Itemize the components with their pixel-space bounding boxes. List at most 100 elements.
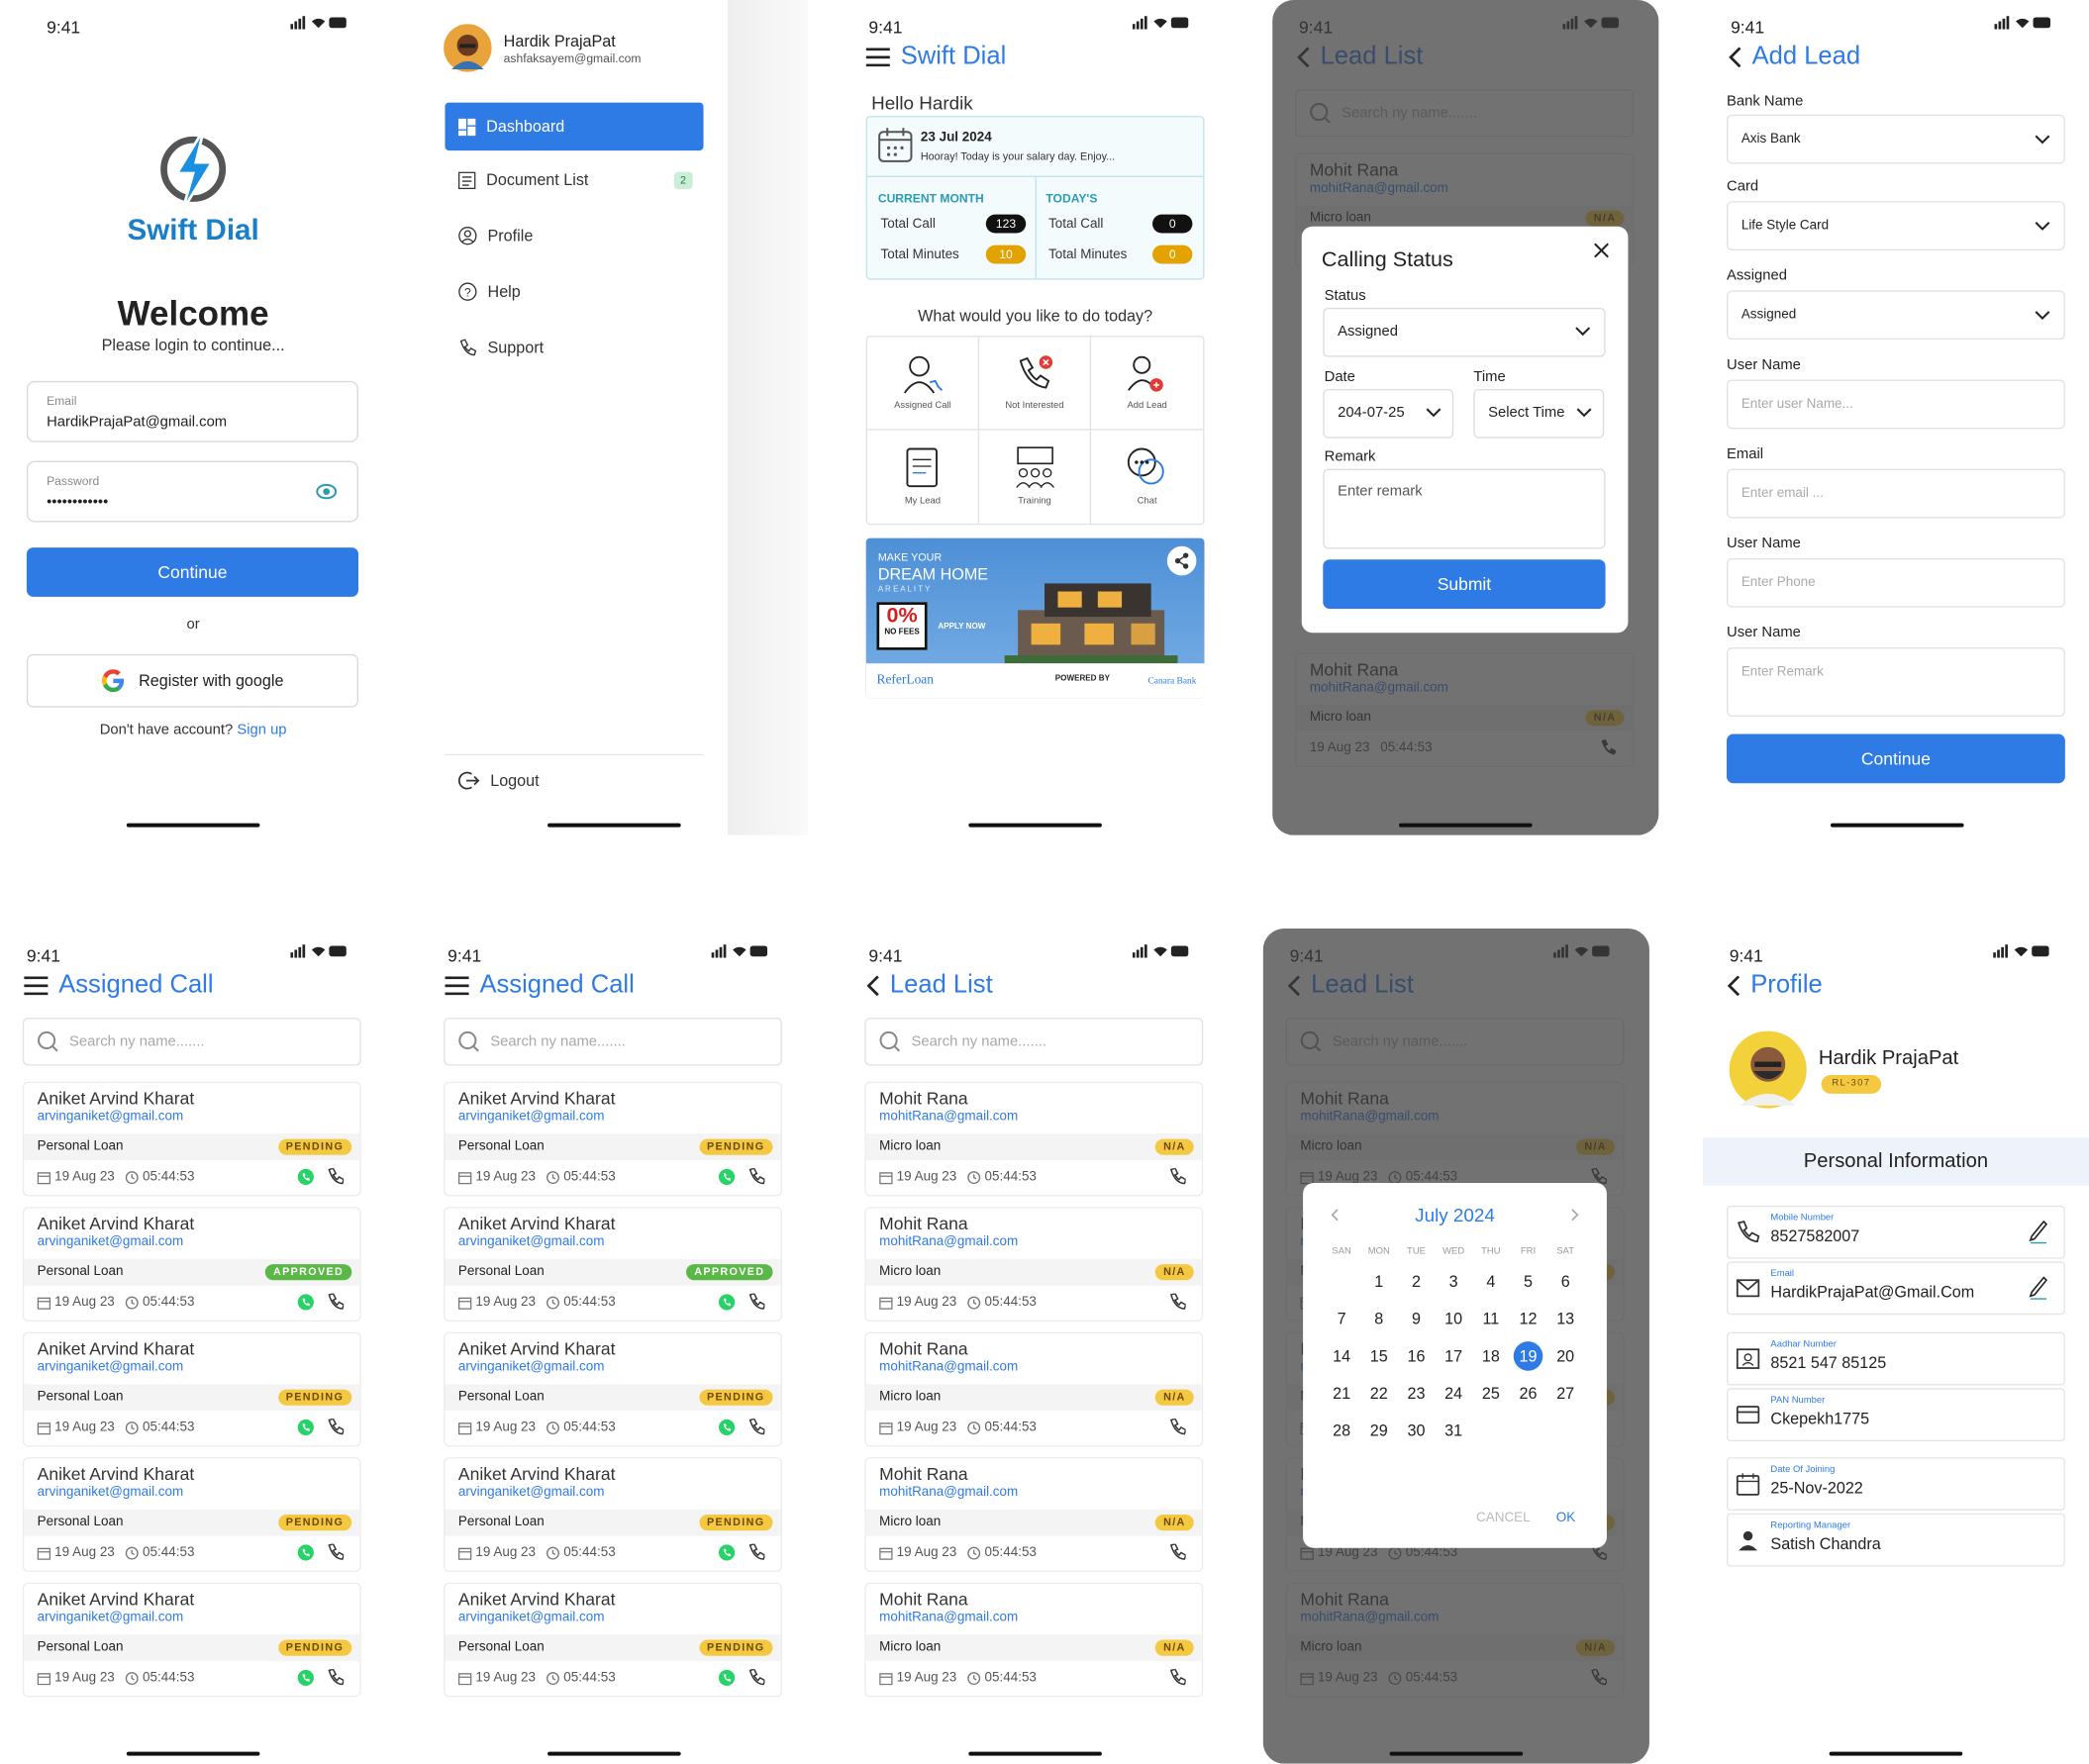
google-register-button[interactable]: Register with google: [26, 653, 358, 708]
day-number[interactable]: 1: [1374, 1272, 1383, 1291]
back-icon[interactable]: [866, 975, 879, 997]
day-cell[interactable]: 17: [1435, 1337, 1472, 1375]
day-number[interactable]: 20: [1556, 1347, 1574, 1366]
bank-select[interactable]: Axis Bank: [1727, 114, 2065, 164]
day-number[interactable]: 28: [1333, 1421, 1350, 1440]
day-number[interactable]: 29: [1370, 1421, 1388, 1440]
signup-link[interactable]: Sign up: [237, 722, 286, 737]
day-cell[interactable]: 11: [1472, 1300, 1510, 1337]
back-icon[interactable]: [1728, 47, 1741, 68]
card-select[interactable]: Life Style Card: [1727, 201, 2065, 250]
day-cell[interactable]: 24: [1435, 1375, 1472, 1413]
not-interested-action[interactable]: Not Interested: [979, 337, 1092, 431]
day-cell[interactable]: 15: [1360, 1337, 1398, 1375]
day-number[interactable]: 31: [1444, 1421, 1462, 1440]
list-item[interactable]: Aniket Arvind Kharat arvinganiket@gmail.c…: [444, 1457, 782, 1572]
add-lead-action[interactable]: Add Lead: [1091, 337, 1204, 431]
day-number[interactable]: 24: [1444, 1384, 1462, 1403]
list-item[interactable]: Mohit RanamohitRana@gmail.com Micro loan N…: [864, 1457, 1204, 1572]
selected-day[interactable]: 19: [1513, 1341, 1543, 1371]
day-cell[interactable]: 21: [1323, 1375, 1360, 1413]
day-number[interactable]: 7: [1338, 1310, 1346, 1328]
day-cell[interactable]: 29: [1360, 1412, 1398, 1449]
day-number[interactable]: 30: [1407, 1421, 1425, 1440]
edit-icon[interactable]: [2029, 1220, 2048, 1244]
day-number[interactable]: 17: [1444, 1347, 1462, 1366]
search-input[interactable]: Search ny name.......: [444, 1018, 782, 1066]
day-number[interactable]: 18: [1482, 1347, 1500, 1366]
call-icon[interactable]: [748, 1419, 765, 1435]
menu-icon[interactable]: [865, 48, 890, 67]
day-number[interactable]: 14: [1333, 1347, 1350, 1366]
profile-menu-item[interactable]: Profile: [458, 227, 533, 245]
whatsapp-icon[interactable]: [297, 1168, 314, 1186]
day-number[interactable]: 9: [1412, 1310, 1421, 1328]
back-icon[interactable]: [1727, 975, 1741, 997]
day-cell[interactable]: 22: [1360, 1375, 1398, 1413]
next-month-icon[interactable]: [1569, 1209, 1580, 1222]
call-icon[interactable]: [328, 1419, 345, 1435]
close-icon[interactable]: [1593, 243, 1609, 258]
day-number[interactable]: 15: [1370, 1347, 1388, 1366]
day-cell[interactable]: 13: [1546, 1300, 1584, 1337]
day-number[interactable]: 4: [1486, 1272, 1495, 1291]
whatsapp-icon[interactable]: [297, 1669, 314, 1686]
day-number[interactable]: 6: [1561, 1272, 1570, 1291]
whatsapp-icon[interactable]: [297, 1419, 314, 1435]
day-cell[interactable]: 25: [1472, 1375, 1510, 1413]
status-select[interactable]: Assigned: [1323, 307, 1606, 357]
calendar-ok-button[interactable]: OK: [1556, 1511, 1575, 1525]
day-number[interactable]: 22: [1370, 1384, 1388, 1403]
assigned-select[interactable]: Assigned: [1727, 290, 2065, 341]
day-cell[interactable]: 2: [1398, 1263, 1436, 1301]
call-icon[interactable]: [1169, 1669, 1186, 1686]
document-list-menu-item[interactable]: Document List 2: [457, 170, 693, 189]
day-number[interactable]: 25: [1482, 1384, 1500, 1403]
day-cell[interactable]: 31: [1435, 1412, 1472, 1449]
call-icon[interactable]: [748, 1669, 765, 1686]
day-cell[interactable]: 14: [1323, 1337, 1360, 1375]
day-number[interactable]: 23: [1407, 1384, 1425, 1403]
day-number[interactable]: 16: [1407, 1347, 1425, 1366]
day-number[interactable]: 10: [1444, 1310, 1462, 1328]
promo-banner[interactable]: MAKE YOUR DREAM HOME A R E A L I T Y 0% …: [865, 538, 1205, 699]
list-item[interactable]: Mohit RanamohitRana@gmail.com Micro loan N…: [864, 1081, 1204, 1197]
phone-input[interactable]: Enter Phone: [1727, 557, 2065, 608]
call-icon[interactable]: [1169, 1419, 1186, 1435]
day-cell[interactable]: 16: [1398, 1337, 1436, 1375]
eye-icon[interactable]: [316, 483, 338, 500]
day-cell[interactable]: 18: [1472, 1337, 1510, 1375]
whatsapp-icon[interactable]: [718, 1294, 736, 1311]
call-icon[interactable]: [328, 1293, 345, 1310]
day-cell[interactable]: 7: [1323, 1300, 1360, 1337]
submit-button[interactable]: Submit: [1323, 559, 1606, 609]
day-number[interactable]: 12: [1520, 1310, 1538, 1328]
remark-input[interactable]: Enter Remark: [1727, 647, 2065, 717]
drawer-backdrop[interactable]: [727, 0, 808, 835]
search-input[interactable]: Search ny name.......: [864, 1018, 1204, 1066]
list-item[interactable]: Aniket Arvind Kharat arvinganiket@gmail.c…: [22, 1207, 361, 1322]
help-menu-item[interactable]: ? Help: [458, 282, 521, 301]
day-number[interactable]: 11: [1482, 1310, 1499, 1328]
list-item[interactable]: Aniket Arvind Kharat arvinganiket@gmail.c…: [22, 1081, 361, 1197]
list-item[interactable]: Aniket Arvind Kharat arvinganiket@gmail.c…: [444, 1207, 782, 1322]
day-cell[interactable]: 4: [1472, 1263, 1510, 1301]
call-icon[interactable]: [328, 1168, 345, 1185]
list-item[interactable]: Aniket Arvind Kharat arvinganiket@gmail.c…: [22, 1582, 361, 1698]
assigned-call-action[interactable]: Assigned Call: [867, 337, 980, 431]
day-cell[interactable]: 12: [1510, 1300, 1547, 1337]
username-input[interactable]: Enter user Name...: [1727, 379, 2065, 430]
day-number[interactable]: 5: [1524, 1272, 1533, 1291]
call-icon[interactable]: [328, 1543, 345, 1560]
call-icon[interactable]: [1169, 1293, 1186, 1310]
password-field[interactable]: Password ••••••••••••: [26, 460, 358, 523]
continue-button[interactable]: Continue: [26, 547, 358, 597]
list-item[interactable]: Aniket Arvind Kharat arvinganiket@gmail.c…: [444, 1331, 782, 1447]
day-cell[interactable]: 1: [1360, 1263, 1398, 1301]
day-cell[interactable]: 28: [1323, 1412, 1360, 1449]
list-item[interactable]: Aniket Arvind Kharat arvinganiket@gmail.c…: [444, 1582, 782, 1698]
day-number[interactable]: 2: [1412, 1272, 1421, 1291]
email-field[interactable]: Email HardikPrajaPat@gmail.com: [26, 380, 358, 442]
day-cell[interactable]: 26: [1510, 1375, 1547, 1413]
support-menu-item[interactable]: Support: [458, 339, 544, 357]
